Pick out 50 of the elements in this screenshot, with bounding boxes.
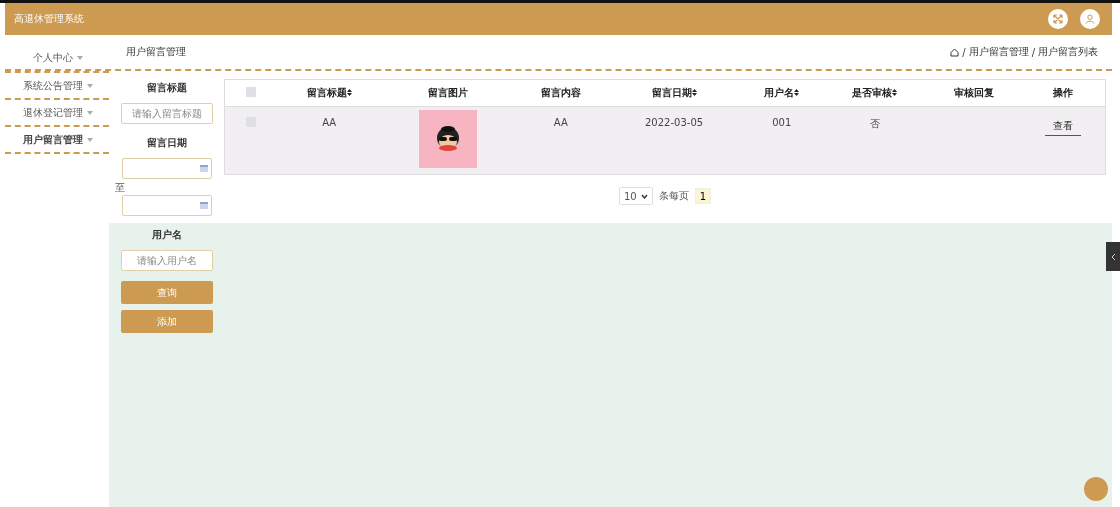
table-cell: AA — [553, 117, 568, 128]
column-header[interactable]: 用户名 — [764, 87, 795, 98]
filter-label: 用户名 — [151, 228, 182, 242]
column-header: 操作 — [1052, 87, 1073, 98]
column-header[interactable]: 留言日期 — [651, 87, 692, 98]
table-cell: 否 — [869, 118, 880, 129]
sort-icon — [892, 89, 898, 96]
start-date-field[interactable] — [121, 158, 212, 179]
breadcrumb-separator: / — [1031, 46, 1035, 58]
chevron-down-icon — [641, 193, 648, 199]
filter-label: 留言标题 — [146, 81, 187, 95]
date-separator: 至 — [115, 181, 125, 195]
sort-icon — [691, 89, 697, 96]
filter-label: 留言日期 — [146, 136, 187, 150]
caret-icon — [87, 111, 93, 115]
breadcrumb-separator: / — [962, 46, 966, 58]
column-header: 留言图片 — [427, 87, 468, 98]
per-page-label: 条每页 — [659, 189, 689, 203]
table-cell: AA — [322, 117, 337, 128]
breadcrumb-item: 用户留言列表 — [1038, 45, 1098, 59]
page-size-select[interactable]: 10 — [619, 187, 653, 205]
table-cell: 2022-03-05 — [645, 117, 704, 128]
user-icon — [1085, 14, 1095, 24]
caret-icon — [77, 56, 83, 60]
page-number[interactable]: 1 — [695, 188, 711, 204]
column-header: 留言内容 — [540, 87, 581, 98]
breadcrumb-item[interactable]: 用户留言管理 — [968, 45, 1029, 59]
column-header[interactable]: 是否审核 — [852, 87, 893, 98]
select-all-checkbox[interactable] — [246, 87, 256, 97]
caret-icon — [87, 138, 93, 142]
calendar-icon — [199, 202, 208, 209]
user-button[interactable] — [1080, 9, 1100, 29]
username-input-field[interactable]: 请输入用户名 — [120, 250, 213, 271]
title-input-field[interactable]: 请输入留言标题 — [120, 103, 213, 124]
chevron-left-icon — [1110, 252, 1116, 261]
calendar-icon — [199, 165, 208, 172]
expand-icon — [1053, 14, 1063, 24]
view-button[interactable]: 查看 — [1044, 117, 1081, 136]
side-toggle-button[interactable] — [1106, 242, 1120, 271]
table-cell: 001 — [772, 117, 792, 128]
home-icon[interactable] — [950, 47, 960, 57]
fullscreen-button[interactable] — [1048, 9, 1068, 29]
column-header[interactable]: 留言标题 — [306, 87, 347, 98]
column-header: 审核回复 — [953, 87, 994, 98]
caret-icon — [87, 84, 93, 88]
sort-icon — [346, 89, 352, 96]
app-title: 高退休管理系统 — [14, 12, 84, 26]
end-date-field[interactable] — [121, 195, 212, 216]
page-title: 用户留言管理 — [126, 45, 186, 59]
sort-icon — [794, 89, 800, 96]
